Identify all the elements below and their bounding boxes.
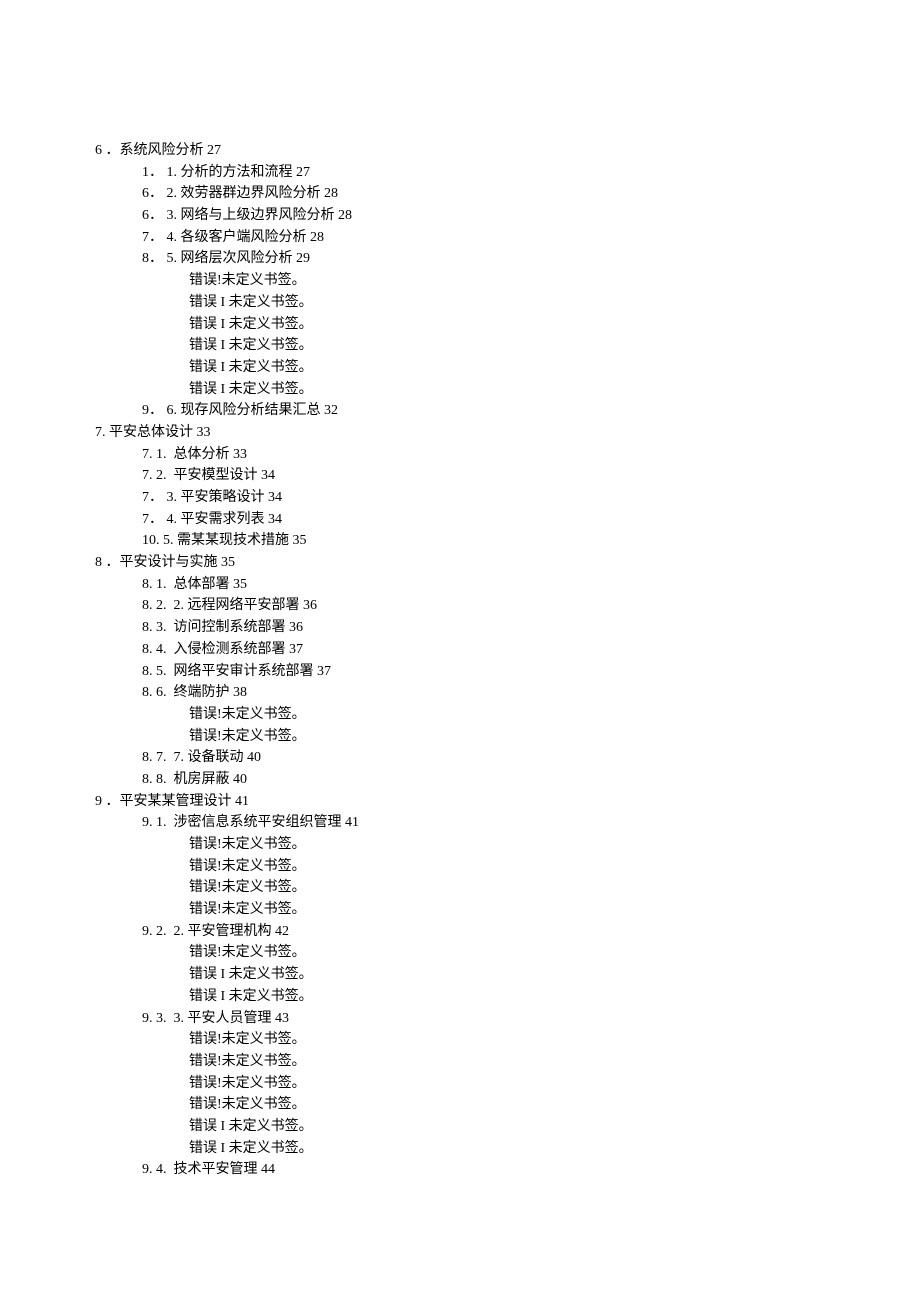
toc-line: 7. 2. 平安模型设计 34 [95,465,830,487]
toc-line: 错误 I 未定义书签。 [95,1138,830,1160]
toc-line: 错误 I 未定义书签。 [95,1116,830,1138]
toc-line: 8. 6. 终端防护 38 [95,682,830,704]
toc-line: 错误!未定义书签。 [95,856,830,878]
toc-line: 6 ．系统风险分析 27 [95,140,830,162]
toc-line: 错误 I 未定义书签。 [95,314,830,336]
toc-line: 7. 1. 总体分析 33 [95,444,830,466]
toc-line: 7． 4. 平安需求列表 34 [95,509,830,531]
toc-line: 9． 6. 现存风险分析结果汇总 32 [95,400,830,422]
toc-line: 错误!未定义书签。 [95,1094,830,1116]
toc-line: 错误 I 未定义书签。 [95,986,830,1008]
toc-line: 错误!未定义书签。 [95,942,830,964]
toc-line: 错误!未定义书签。 [95,1073,830,1095]
toc-line: 8. 2. 2. 远程网络平安部署 36 [95,595,830,617]
toc-line: 错误!未定义书签。 [95,704,830,726]
toc-line: 错误 I 未定义书签。 [95,379,830,401]
toc-line: 1． 1. 分析的方法和流程 27 [95,162,830,184]
toc-line: 9. 2. 2. 平安管理机构 42 [95,921,830,943]
toc-line: 7． 4. 各级客户端风险分析 28 [95,227,830,249]
toc-line: 错误!未定义书签。 [95,899,830,921]
toc-line: 9. 4. 技术平安管理 44 [95,1159,830,1181]
toc-line: 错误!未定义书签。 [95,877,830,899]
toc-line: 9 ．平安某某管理设计 41 [95,791,830,813]
toc-line: 8. 5. 网络平安审计系统部署 37 [95,661,830,683]
toc-line: 9. 3. 3. 平安人员管理 43 [95,1008,830,1030]
toc-line: 错误!未定义书签。 [95,270,830,292]
toc-line: 8. 4. 入侵检测系统部署 37 [95,639,830,661]
table-of-contents: 6 ．系统风险分析 271． 1. 分析的方法和流程 276． 2. 效劳器群边… [95,140,830,1181]
toc-line: 6． 3. 网络与上级边界风险分析 28 [95,205,830,227]
toc-line: 7． 3. 平安策略设计 34 [95,487,830,509]
toc-line: 8 ．平安设计与实施 35 [95,552,830,574]
toc-line: 8． 5. 网络层次风险分析 29 [95,248,830,270]
toc-line: 8. 3. 访问控制系统部署 36 [95,617,830,639]
toc-line: 错误!未定义书签。 [95,726,830,748]
toc-line: 10. 5. 需某某现技术措施 35 [95,530,830,552]
toc-line: 错误!未定义书签。 [95,1029,830,1051]
document-page: 6 ．系统风险分析 271． 1. 分析的方法和流程 276． 2. 效劳器群边… [0,0,920,1301]
toc-line: 8. 1. 总体部署 35 [95,574,830,596]
toc-line: 错误!未定义书签。 [95,1051,830,1073]
toc-line: 错误!未定义书签。 [95,834,830,856]
toc-line: 7. 平安总体设计 33 [95,422,830,444]
toc-line: 错误 I 未定义书签。 [95,964,830,986]
toc-line: 9. 1. 涉密信息系统平安组织管理 41 [95,812,830,834]
toc-line: 错误 I 未定义书签。 [95,357,830,379]
toc-line: 8. 8. 机房屏蔽 40 [95,769,830,791]
toc-line: 错误 I 未定义书签。 [95,335,830,357]
toc-line: 错误 I 未定义书签。 [95,292,830,314]
toc-line: 8. 7. 7. 设备联动 40 [95,747,830,769]
toc-line: 6． 2. 效劳器群边界风险分析 28 [95,183,830,205]
